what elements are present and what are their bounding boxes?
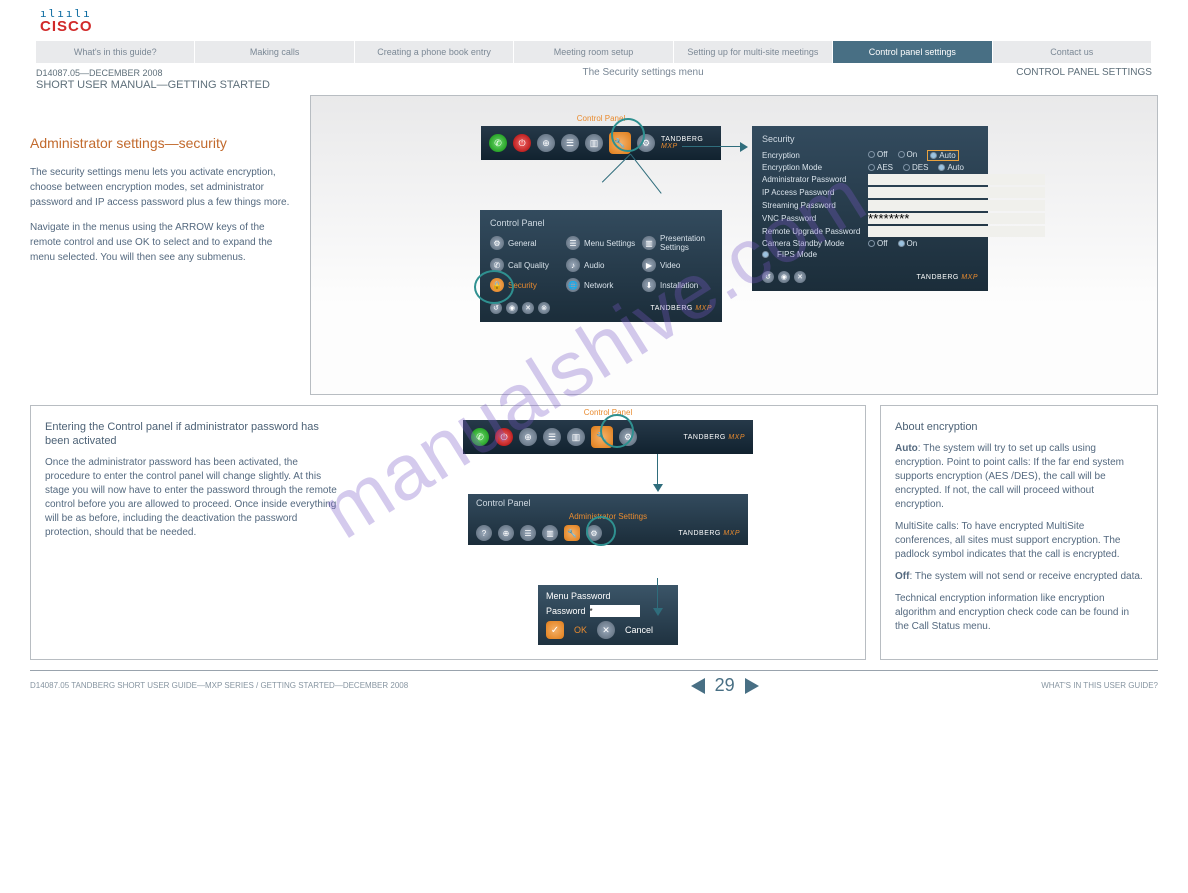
control-panel-icon[interactable]: 🔧 [609,132,631,154]
admin-icon-5[interactable]: ⚙ [586,525,602,541]
lower-left-panel: Entering the Control panel if administra… [30,405,866,660]
icon-a[interactable]: ⊕ [519,428,537,446]
cp-installation[interactable]: ⬇Installation [642,278,712,292]
nav-icon-4[interactable]: ⚙ [637,134,655,152]
tandberg-bar-2: Control Panel ✆ ⏻ ⊕ ☰ ▥ 🔧 ⚙ TANDBERG MXP [463,420,753,454]
enc-on[interactable]: On [898,150,918,161]
nav-icon-2[interactable]: ☰ [561,134,579,152]
cp-network[interactable]: 🌐Network [566,278,636,292]
icon-c[interactable]: ▥ [567,428,585,446]
hangup-icon[interactable]: ⏻ [513,134,531,152]
ok-button[interactable]: OK [574,625,587,635]
footer-icon-2[interactable]: ◉ [506,302,518,314]
sec-fips[interactable]: FIPS Mode [762,250,978,259]
admin-password-input[interactable] [868,174,1045,185]
about-encryption-panel: About encryption Auto: The system will t… [880,405,1158,660]
cp-footer-icons: ↺ ◉ ✕ ⊗ TANDBERG MXP [490,302,712,314]
subheader: D14087.05—DECEMBER 2008 SHORT USER MANUA… [36,67,1152,91]
admin-settings-icon[interactable]: 🔧 [564,525,580,541]
control-panel-icon[interactable]: 🔧 [591,426,613,448]
sec-camera-standby: Camera Standby Mode Off On [762,239,978,248]
page-number: 29 [715,675,735,696]
call-icon[interactable]: ✆ [471,428,489,446]
cp-security[interactable]: 🔒Security [490,278,560,292]
vnc-password-input[interactable] [868,213,1045,224]
cp-general[interactable]: ⚙General [490,234,560,252]
admin-icon-2[interactable]: ⊕ [498,525,514,541]
cp-video[interactable]: ▶Video [642,258,712,272]
ip-access-password-input[interactable] [868,187,1045,198]
remote-upgrade-password-input[interactable] [868,226,1045,237]
sidebar-title: Administrator settings—security [30,135,290,151]
standby-on[interactable]: On [898,239,918,248]
sec-footer-icon-2[interactable]: ◉ [778,271,790,283]
nav-contact[interactable]: Contact us [993,41,1152,63]
tandberg-top-bar: Control Panel ✆ ⏻ ⊕ ☰ ▥ 🔧 ⚙ TANDBERG MXP [481,126,721,160]
enc-off[interactable]: Off [868,150,888,161]
nav-icon-1[interactable]: ⊕ [537,134,555,152]
top-nav: What's in this guide? Making calls Creat… [36,41,1152,63]
cp-audio[interactable]: ♪Audio [566,258,636,272]
nav-multisite[interactable]: Setting up for multi-site meetings [674,41,833,63]
cp-menu-settings[interactable]: ☰Menu Settings [566,234,636,252]
prev-page-arrow[interactable] [691,678,705,694]
control-panel-grid: Control Panel ⚙General ☰Menu Settings ▥P… [480,210,722,322]
footer-left: D14087.05 TANDBERG SHORT USER GUIDE—MXP … [30,681,408,690]
sec-encryption: Encryption Off On Auto [762,150,978,161]
standby-off[interactable]: Off [868,239,888,248]
cancel-button[interactable]: Cancel [625,625,653,635]
sidebar-text: Administrator settings—security The secu… [30,135,290,275]
nav-whats-in[interactable]: What's in this guide? [36,41,195,63]
next-page-arrow[interactable] [745,678,759,694]
streaming-password-input[interactable] [868,200,1045,211]
page-footer: D14087.05 TANDBERG SHORT USER GUIDE—MXP … [30,670,1158,696]
footer-icon-1[interactable]: ↺ [490,302,502,314]
nav-making-calls[interactable]: Making calls [195,41,354,63]
admin-settings-bar: Control Panel Administrator Settings ? ⊕… [468,494,748,545]
mode-aes[interactable]: AES [868,163,893,172]
nav-phone-book[interactable]: Creating a phone book entry [355,41,514,63]
hangup-icon[interactable]: ⏻ [495,428,513,446]
cp-call-quality[interactable]: ✆Call Quality [490,258,560,272]
admin-icon-1[interactable]: ? [476,525,492,541]
security-settings-panel: Security Encryption Off On Auto Encrypti… [752,126,988,291]
nav-meeting-room[interactable]: Meeting room setup [514,41,673,63]
nav-icon-3[interactable]: ▥ [585,134,603,152]
sec-footer-icon-1[interactable]: ↺ [762,271,774,283]
mode-des[interactable]: DES [903,163,928,172]
cancel-icon[interactable]: ✕ [597,621,615,639]
sec-encryption-mode: Encryption Mode AES DES Auto [762,163,978,172]
enc-auto[interactable]: Auto [927,150,958,161]
call-icon[interactable]: ✆ [489,134,507,152]
main-diagram-panel: Control Panel ✆ ⏻ ⊕ ☰ ▥ 🔧 ⚙ TANDBERG MXP… [310,95,1158,395]
admin-icon-3[interactable]: ☰ [520,525,536,541]
cisco-logo: ılıılı CISCO [40,10,1158,35]
cp-presentation[interactable]: ▥Presentation Settings [642,234,712,252]
menu-password-input[interactable] [590,605,640,617]
ok-button-icon[interactable]: ✓ [546,621,564,639]
icon-d[interactable]: ⚙ [619,428,637,446]
footer-right[interactable]: WHAT'S IN THIS USER GUIDE? [1041,681,1158,690]
sec-footer-icon-3[interactable]: ✕ [794,271,806,283]
footer-icon-4[interactable]: ⊗ [538,302,550,314]
lower-left-title: Entering the Control panel if administra… [45,420,345,448]
admin-icon-4[interactable]: ▥ [542,525,558,541]
footer-icon-3[interactable]: ✕ [522,302,534,314]
icon-b[interactable]: ☰ [543,428,561,446]
mode-auto[interactable]: Auto [938,163,963,172]
nav-control-panel[interactable]: Control panel settings [833,41,992,63]
